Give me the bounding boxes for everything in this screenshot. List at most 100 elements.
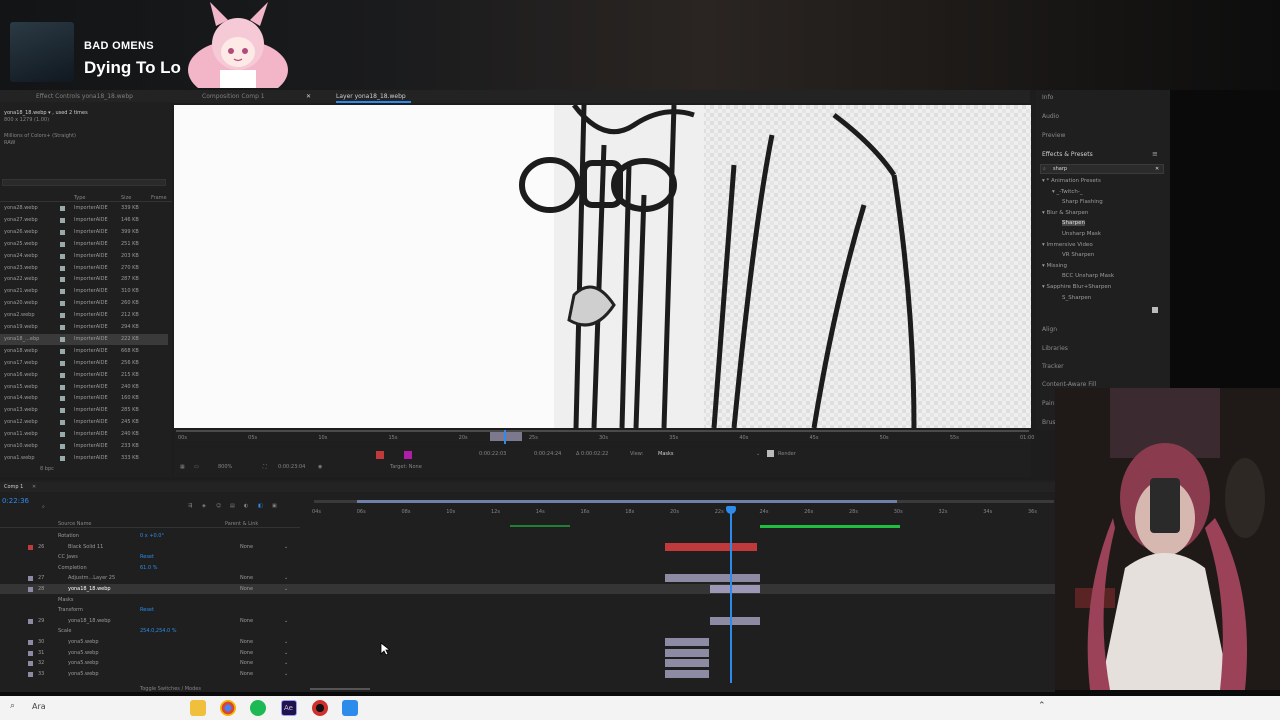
tab-comp[interactable]: Comp 1 [4,484,23,490]
list-item[interactable]: yona22.webp ImporterAIDE 287 KB [0,274,168,285]
label-color-swatch[interactable] [28,671,33,677]
table-row[interactable]: 33 yona5.webp None ⌄ [0,669,1055,679]
search-icon[interactable]: ⌕ [42,504,45,510]
layer-duration-bar[interactable] [665,648,709,657]
chevron-down-icon[interactable]: ⌄ [284,586,288,592]
work-area-bar[interactable] [760,525,900,528]
effect-item[interactable]: Unsharp Mask [1062,231,1101,237]
chevron-down-icon[interactable]: ⌄ [284,618,288,624]
property-row[interactable]: Masks [0,595,1055,605]
effect-category[interactable]: ▾ Blur & Sharpen [1042,210,1088,216]
bit-depth-label[interactable]: 8 bpc [40,466,54,472]
keyframe-icon[interactable]: ▣ [272,503,277,509]
list-item[interactable]: yona16.webp ImporterAIDE 215 KB [0,370,168,381]
panel-effects-presets[interactable]: Effects & Presets [1042,151,1093,158]
column-frame[interactable]: Frame [151,195,167,201]
parent-select[interactable]: None [240,671,253,677]
draft-3d-icon[interactable]: ◈ [202,503,206,509]
chevron-up-icon[interactable]: ⌃ [1038,701,1046,711]
project-search-input[interactable] [2,179,166,186]
view-select[interactable]: Masks [658,451,673,457]
list-item[interactable]: yona17.webp ImporterAIDE 256 KB [0,358,168,369]
panel-preview[interactable]: Preview [1042,132,1065,139]
list-item[interactable]: yona27.webp ImporterAIDE 146 KB [0,215,168,226]
label-color-swatch[interactable] [28,544,33,550]
list-item[interactable]: yona24.webp ImporterAIDE 203 KB [0,251,168,262]
graph-editor-icon[interactable]: ◧ [258,503,263,509]
panel-align[interactable]: Align [1042,326,1057,333]
render-checkbox[interactable] [767,450,774,457]
table-row[interactable]: 26 Black Solid 11 None ⌄ [0,542,1055,552]
motion-blur-icon[interactable]: ◐ [244,503,248,509]
list-item[interactable]: yona11.webp ImporterAIDE 240 KB [0,429,168,440]
layer-duration-bar[interactable] [665,542,757,551]
effect-item[interactable]: S_Sharpen [1062,295,1091,301]
monitor-icon[interactable]: ▭ [194,464,199,470]
layer-duration-bar[interactable] [665,659,709,668]
panel-libraries[interactable]: Libraries [1042,345,1068,352]
column-type[interactable]: Type [74,195,85,201]
panel-paint[interactable]: Pain [1042,400,1055,407]
parent-select[interactable]: None [240,586,253,592]
effect-category[interactable]: ▾ Sapphire Blur+Sharpen [1042,284,1111,290]
property-row[interactable]: Rotation 0 x +0.0° [0,531,1055,541]
property-value[interactable]: Reset [140,607,154,613]
label-color-swatch[interactable] [28,640,33,645]
list-item[interactable]: yona23.webp ImporterAIDE 270 KB [0,263,168,274]
grid-icon[interactable]: ▦ [180,464,185,470]
panel-brushes[interactable]: Brus [1042,419,1056,426]
tab-composition[interactable]: Composition Comp 1 [202,93,265,100]
effect-category[interactable]: ▾ _-Twitch-_ [1052,189,1083,195]
parent-select[interactable]: None [240,544,253,550]
chevron-down-icon[interactable]: ⌄ [756,451,760,457]
list-item[interactable]: yona26.webp ImporterAIDE 399 KB [0,227,168,238]
table-row[interactable]: 31 yona5.webp None ⌄ [0,648,1055,658]
column-source-name[interactable]: Source Name [58,521,92,527]
out-point-time[interactable]: 0:00:24:24 [534,451,561,457]
new-folder-icon[interactable] [1152,307,1158,313]
layer-duration-bar[interactable] [710,585,760,593]
timeline-navigator-range[interactable] [357,500,897,503]
timeline-ruler[interactable]: 04s 06s 08s 10s 12s 14s 16s 18s 20s 22s 24s 26s 28s 3… [310,504,1055,520]
chevron-down-icon[interactable]: ⌄ [284,660,288,666]
fit-icon[interactable]: ⛶ [263,464,267,470]
shy-icon[interactable]: ☺ [216,503,221,509]
parent-select[interactable]: None [240,575,253,581]
list-item[interactable]: yona10.webp ImporterAIDE 233 KB [0,441,168,452]
layer-duration-bar[interactable] [665,638,709,646]
panel-tracker[interactable]: Tracker [1042,363,1064,370]
file-explorer-icon[interactable] [190,700,206,716]
list-item[interactable]: yona25.webp ImporterAIDE 251 KB [0,239,168,250]
effects-search-input[interactable]: ⌕ sharp ✕ [1040,164,1164,174]
list-item[interactable]: yona13.webp ImporterAIDE 285 KB [0,405,168,416]
list-item[interactable]: yona14.webp ImporterAIDE 160 KB [0,393,168,404]
color-channel-icon[interactable] [376,451,384,459]
app-icon[interactable] [342,700,358,716]
list-item[interactable]: yona21.webp ImporterAIDE 310 KB [0,286,168,297]
label-color-swatch[interactable] [28,650,33,656]
chrome-icon[interactable] [220,700,236,716]
list-item[interactable]: yona18.webp ImporterAIDE 668 KB [0,346,168,357]
layer-viewer[interactable] [174,105,1031,428]
list-item[interactable]: yona18_...ebp ImporterAIDE 222 KB [0,333,168,345]
list-item[interactable]: yona2.webp ImporterAIDE 212 KB [0,310,168,321]
menu-icon[interactable]: ≡ [1152,150,1158,158]
chevron-down-icon[interactable]: ⌄ [284,575,288,581]
frame-blend-icon[interactable]: ▤ [230,503,235,509]
clear-search-icon[interactable]: ✕ [1155,166,1159,172]
toggle-switches-modes[interactable]: Toggle Switches / Modes [140,686,201,692]
zoom-select[interactable]: 800% [218,464,232,470]
chevron-down-icon[interactable]: ⌄ [284,671,288,677]
table-row[interactable]: 32 yona5.webp None ⌄ [0,658,1055,668]
effect-item[interactable]: VR Sharpen [1062,252,1094,258]
layer-duration-bar[interactable] [710,616,760,625]
property-value[interactable]: 254.0,254.0 % [140,628,177,634]
effect-item[interactable]: Sharpen [1062,220,1085,227]
close-icon[interactable]: ✕ [32,484,36,490]
tab-effect-controls[interactable]: Effect Controls yona18_18.webp [36,93,133,100]
label-color-swatch[interactable] [28,587,33,592]
list-item[interactable]: yona12.webp ImporterAIDE 245 KB [0,417,168,428]
camera-icon[interactable]: ◉ [318,464,322,470]
property-row[interactable]: Completion 61.0 % [0,563,1055,573]
composition-mini-flowchart-icon[interactable]: ⇶ [188,503,192,509]
